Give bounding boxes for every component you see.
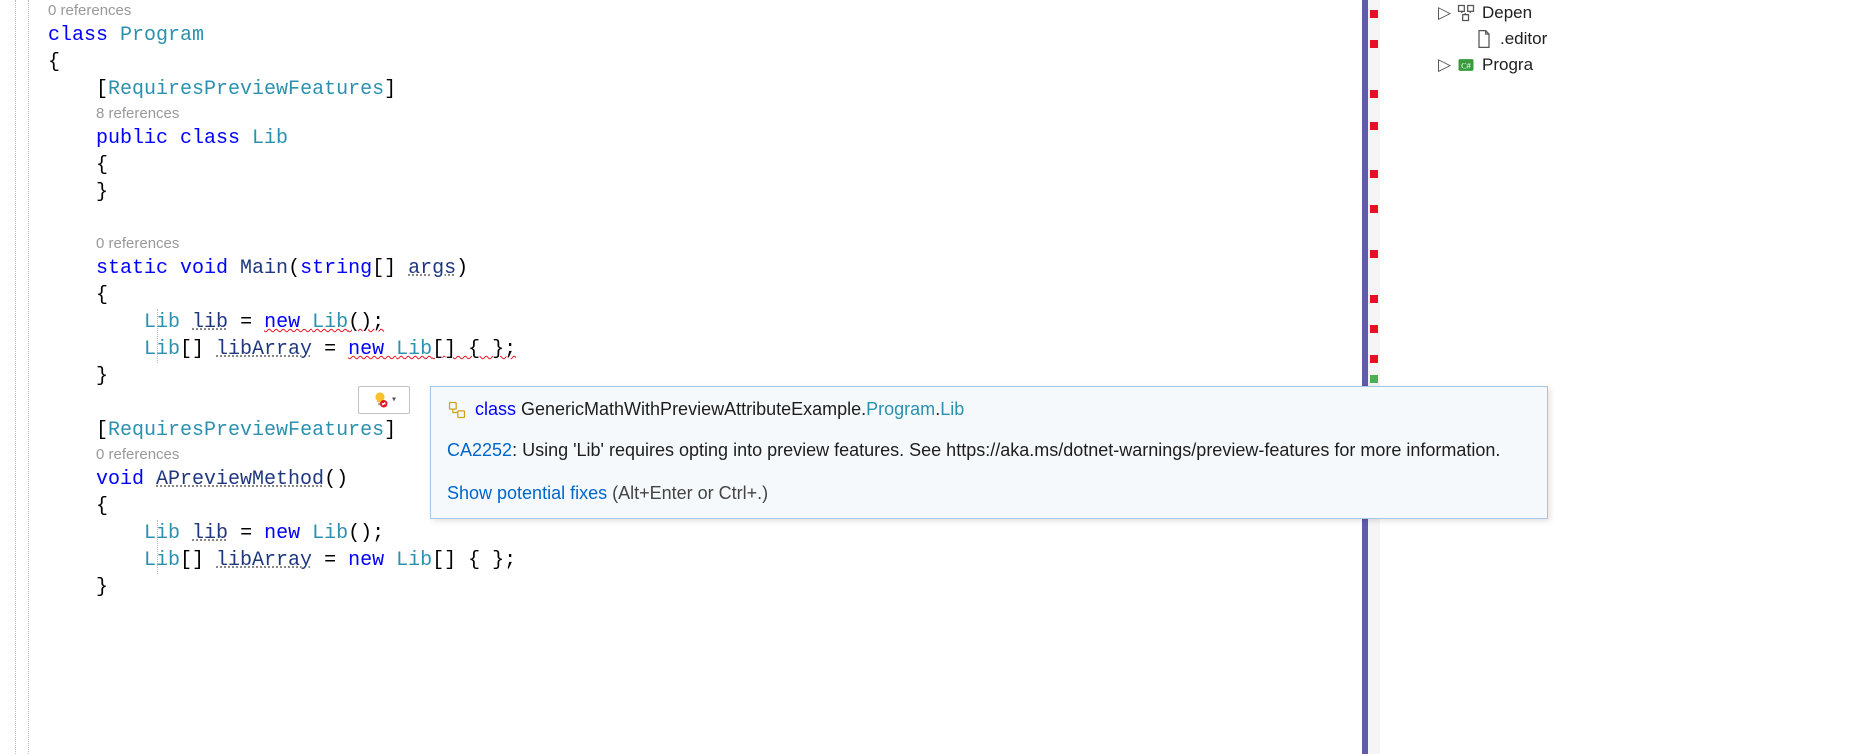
csharp-file-icon: C#: [1456, 55, 1476, 75]
scroll-mark[interactable]: [1370, 205, 1378, 213]
code-line[interactable]: }: [48, 574, 1360, 601]
error-tooltip: class GenericMathWithPreviewAttributeExa…: [430, 386, 1548, 519]
chevron-down-icon: ▾: [391, 394, 397, 406]
solution-explorer[interactable]: ▷ Depen .editor ▷ C# Progra: [1400, 0, 1850, 754]
code-line[interactable]: {: [48, 282, 1360, 309]
scroll-mark[interactable]: [1370, 250, 1378, 258]
scroll-mark[interactable]: [1370, 40, 1378, 48]
scroll-mark[interactable]: [1370, 355, 1378, 363]
chevron-right-icon[interactable]: ▷: [1438, 3, 1450, 23]
scroll-mark[interactable]: [1370, 170, 1378, 178]
code-line[interactable]: Lib lib = new Lib();: [48, 520, 1360, 547]
scroll-mark[interactable]: [1370, 325, 1378, 333]
code-line[interactable]: static void Main(string[] args): [48, 255, 1360, 282]
code-line[interactable]: Lib[] libArray = new Lib[] { };: [48, 336, 1360, 363]
scroll-overview-strip[interactable]: [1362, 0, 1380, 754]
codelens-references[interactable]: 0 references: [48, 0, 1360, 22]
dependencies-icon: [1456, 3, 1476, 23]
scroll-mark[interactable]: [1370, 375, 1378, 383]
solution-item-label: Depen: [1482, 3, 1532, 23]
code-editor[interactable]: 0 references class Program { [RequiresPr…: [0, 0, 1360, 754]
quick-actions-lightbulb[interactable]: ▾: [358, 386, 410, 414]
code-line[interactable]: [RequiresPreviewFeatures]: [48, 76, 1360, 103]
scroll-mark[interactable]: [1370, 122, 1378, 130]
code-line[interactable]: Lib lib = new Lib();: [48, 309, 1360, 336]
solution-item-dependencies[interactable]: ▷ Depen: [1400, 0, 1850, 26]
code-line[interactable]: }: [48, 179, 1360, 206]
show-potential-fixes-link[interactable]: Show potential fixes: [447, 483, 607, 503]
codelens-references[interactable]: 0 references: [48, 233, 1360, 255]
solution-item-editorconfig[interactable]: .editor: [1400, 26, 1850, 52]
scroll-mark[interactable]: [1370, 295, 1378, 303]
lightbulb-error-icon: [371, 391, 389, 409]
solution-item-program[interactable]: ▷ C# Progra: [1400, 52, 1850, 78]
class-icon: [447, 400, 467, 420]
code-line[interactable]: Lib[] libArray = new Lib[] { };: [48, 547, 1360, 574]
scroll-mark[interactable]: [1370, 10, 1378, 18]
chevron-right-icon[interactable]: ▷: [1438, 55, 1450, 75]
scroll-overview-bar: [1362, 0, 1368, 754]
solution-item-label: Progra: [1482, 55, 1533, 75]
code-line[interactable]: {: [48, 152, 1360, 179]
error-code-link[interactable]: CA2252: [447, 440, 512, 460]
solution-item-label: .editor: [1500, 29, 1547, 49]
code-line[interactable]: class Program: [48, 22, 1360, 49]
file-icon: [1474, 29, 1494, 49]
code-line[interactable]: public class Lib: [48, 125, 1360, 152]
svg-text:C#: C#: [1461, 61, 1472, 70]
code-line[interactable]: {: [48, 49, 1360, 76]
code-line[interactable]: [48, 206, 1360, 233]
scroll-mark[interactable]: [1370, 90, 1378, 98]
codelens-references[interactable]: 8 references: [48, 103, 1360, 125]
